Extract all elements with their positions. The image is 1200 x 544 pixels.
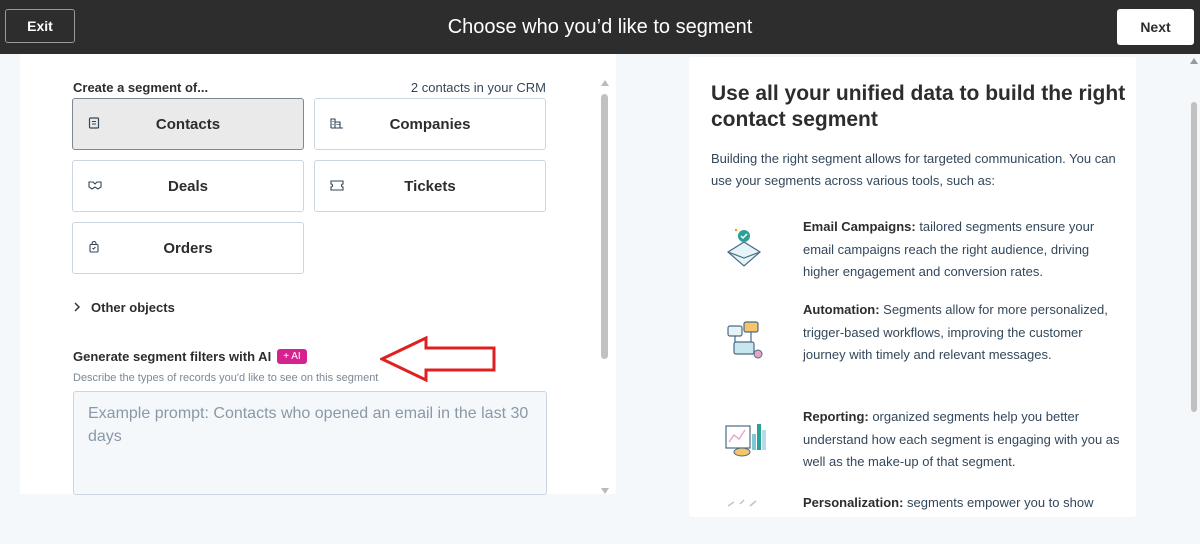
ai-section-title-text: Generate segment filters with AI — [73, 349, 272, 364]
ai-section-title: Generate segment filters with AI + AI — [73, 349, 307, 364]
contact-card-icon — [88, 117, 100, 129]
object-card-tickets[interactable]: Tickets — [314, 160, 546, 212]
feature-reporting: Reporting: organized segments help you b… — [803, 406, 1123, 474]
reporting-chart-icon — [725, 424, 766, 457]
ai-section-description: Describe the types of records you'd like… — [73, 372, 379, 384]
crm-contact-count: 2 contacts in your CRM — [410, 80, 546, 95]
feature-personalization: Personalization: segments empower you to… — [803, 492, 1123, 515]
page-scrollbar[interactable] — [1188, 54, 1200, 510]
scroll-thumb[interactable] — [1191, 102, 1197, 412]
object-card-label: Contacts — [155, 115, 221, 133]
object-card-contacts[interactable]: Contacts — [72, 98, 304, 150]
top-bar: Choose who you’d like to segment Exit Ne… — [0, 0, 1200, 54]
scroll-up-icon[interactable] — [601, 80, 609, 86]
chevron-right-icon — [73, 300, 81, 315]
exit-button[interactable]: Exit — [5, 9, 75, 43]
segment-object-label: Create a segment of... — [73, 80, 209, 95]
page-title: Choose who you’d like to segment — [447, 15, 753, 38]
object-card-label: Deals — [167, 177, 209, 195]
ai-badge: + AI — [277, 349, 307, 364]
info-intro: Building the right segment allows for ta… — [711, 151, 1116, 188]
feature-title: Email Campaigns: — [803, 219, 916, 234]
scroll-thumb[interactable] — [601, 94, 608, 359]
feature-title: Personalization: — [803, 495, 904, 510]
feature-text: segments empower you to show — [903, 495, 1094, 510]
object-card-label: Orders — [163, 239, 213, 257]
next-button[interactable]: Next — [1117, 9, 1194, 45]
handshake-icon — [88, 179, 102, 191]
email-campaign-icon — [726, 228, 762, 267]
object-card-deals[interactable]: Deals — [72, 160, 304, 212]
object-card-label: Companies — [389, 115, 471, 133]
personalization-icon — [727, 499, 757, 507]
feature-title: Automation: — [803, 302, 880, 317]
info-title: Use all your unified data to build the r… — [711, 82, 1126, 131]
building-icon — [330, 117, 343, 129]
other-objects-label: Other objects — [91, 300, 175, 315]
other-objects-toggle[interactable]: Other objects — [73, 300, 175, 315]
feature-automation: Automation: Segments allow for more pers… — [803, 299, 1123, 367]
ticket-icon — [330, 179, 344, 191]
annotation-arrow-icon — [380, 336, 496, 383]
automation-icon — [727, 321, 763, 359]
feature-email-campaigns: Email Campaigns: tailored segments ensur… — [803, 216, 1123, 284]
scroll-down-icon[interactable] — [601, 488, 609, 494]
object-card-label: Tickets — [404, 177, 456, 195]
scroll-up-icon[interactable] — [1190, 58, 1198, 64]
left-scrollbar[interactable] — [599, 80, 611, 494]
shopping-bag-icon — [88, 240, 100, 253]
object-card-orders[interactable]: Orders — [72, 222, 304, 274]
object-card-companies[interactable]: Companies — [314, 98, 546, 150]
feature-title: Reporting: — [803, 409, 869, 424]
ai-prompt-input[interactable] — [73, 391, 547, 495]
